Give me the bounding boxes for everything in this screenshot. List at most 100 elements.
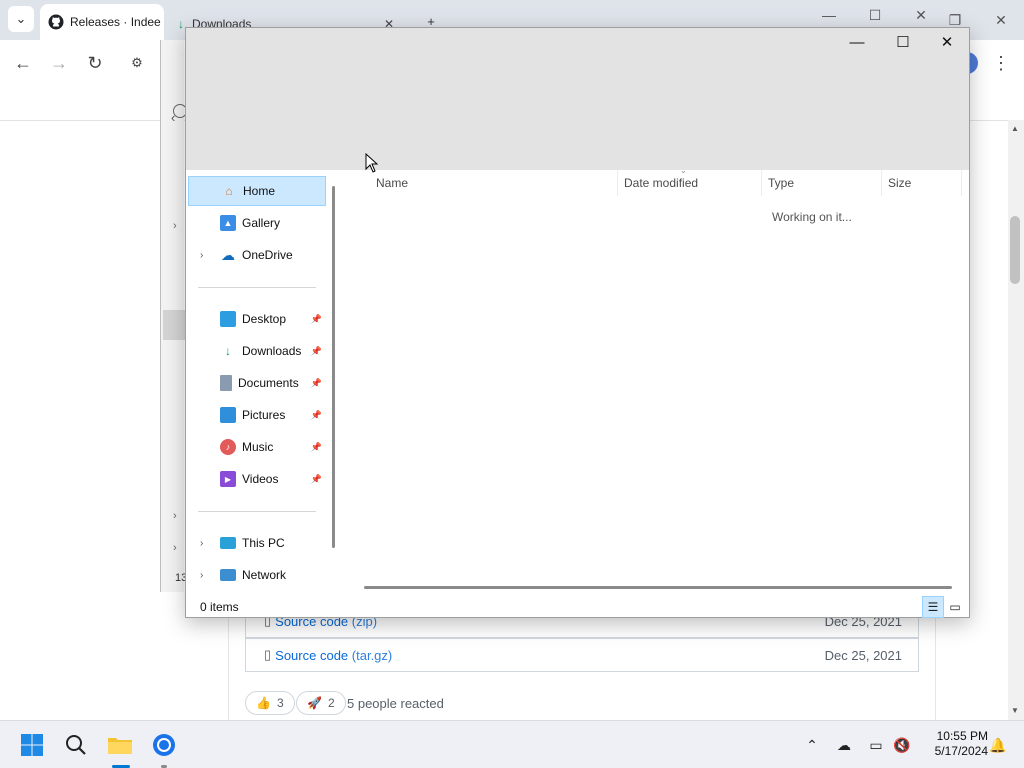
nav-videos[interactable]: ▶ Videos 📌 bbox=[188, 464, 326, 494]
nav-label: Gallery bbox=[242, 216, 281, 230]
explorer-title-bar[interactable]: — ☐ ✕ bbox=[186, 28, 969, 170]
taskbar: ⌃ ☁ ▭ 🔇 10:55 PM 5/17/2024 🔔 bbox=[0, 720, 1024, 768]
reaction-thumbs-up[interactable]: 👍 3 bbox=[245, 691, 295, 715]
nav-label: Home bbox=[243, 184, 276, 198]
chrome-taskbar-button[interactable] bbox=[148, 729, 180, 761]
nav-home[interactable]: ⌂ Home bbox=[188, 176, 326, 206]
music-icon: ♪ bbox=[220, 439, 236, 455]
column-header-name[interactable]: Name bbox=[370, 170, 618, 196]
nav-scrollbar[interactable] bbox=[332, 186, 335, 548]
tab-search-button[interactable]: ⌄ bbox=[8, 6, 34, 32]
tab-releases[interactable]: Releases · Indee bbox=[40, 4, 164, 40]
nav-network[interactable]: › Network bbox=[188, 560, 326, 590]
maximize-button[interactable]: ☐ bbox=[880, 28, 926, 56]
nav-documents[interactable]: Documents 📌 bbox=[188, 368, 326, 398]
navigation-pane: ⌂ Home ▲ Gallery › ☁ OneDrive Desktop 📌 … bbox=[186, 170, 336, 596]
restore-icon: ❐ bbox=[948, 11, 962, 28]
search-icon bbox=[66, 735, 86, 755]
forward-button[interactable]: → bbox=[44, 48, 74, 78]
chevron-right-icon[interactable]: › bbox=[200, 538, 203, 549]
minimize-button[interactable]: — bbox=[834, 28, 880, 56]
column-header-date-modified[interactable]: Date modified bbox=[618, 170, 762, 196]
close-icon: ✕ bbox=[915, 6, 927, 23]
details-view-icon: ☰ bbox=[927, 600, 939, 614]
start-button[interactable] bbox=[16, 729, 48, 761]
onedrive-tray-button[interactable]: ☁ bbox=[832, 733, 856, 757]
chevron-right-icon[interactable]: › bbox=[200, 250, 203, 261]
page-scroll-thumb[interactable] bbox=[1010, 216, 1020, 284]
minimize-button[interactable]: — bbox=[806, 0, 852, 30]
file-explorer-taskbar-button[interactable] bbox=[104, 729, 136, 761]
home-icon: ⌂ bbox=[225, 184, 233, 198]
volume-tray-button[interactable]: 🔇 bbox=[890, 733, 914, 757]
nav-this-pc[interactable]: › This PC bbox=[188, 528, 326, 558]
pictures-icon bbox=[220, 407, 236, 423]
site-info-button[interactable]: ⚙ bbox=[122, 48, 152, 78]
status-bar: 0 items bbox=[186, 596, 969, 618]
gallery-icon: ▲ bbox=[220, 215, 236, 231]
column-label: Name bbox=[376, 176, 409, 190]
chevron-right-icon: › bbox=[173, 542, 177, 554]
horizontal-scrollbar[interactable] bbox=[364, 586, 952, 589]
left-rail bbox=[0, 121, 160, 721]
close-button[interactable]: ✕ bbox=[924, 28, 970, 56]
nav-label: Downloads bbox=[242, 344, 302, 358]
chevron-down-icon: ⌄ bbox=[15, 11, 27, 26]
pin-icon: 📌 bbox=[310, 345, 322, 356]
column-header-size[interactable]: Size bbox=[882, 170, 962, 196]
menu-button[interactable]: ⋮ bbox=[986, 48, 1016, 78]
nav-divider bbox=[198, 511, 316, 512]
cloud-icon: ☁ bbox=[221, 246, 235, 263]
scroll-up-icon[interactable]: ▲ bbox=[1011, 124, 1019, 133]
clock-time: 10:55 PM bbox=[936, 729, 988, 743]
chevron-right-icon: › bbox=[173, 220, 177, 232]
monitor-icon: ▭ bbox=[869, 736, 883, 753]
download-icon: ↓ bbox=[225, 344, 231, 358]
nav-music[interactable]: ♪ Music 📌 bbox=[188, 432, 326, 462]
page-scrollbar[interactable]: ▲ ▼ bbox=[1008, 120, 1024, 720]
file-list: ⌄ Name Date modified Type Size Working o… bbox=[342, 166, 969, 596]
nav-label: Documents bbox=[238, 376, 299, 390]
nav-divider bbox=[198, 287, 316, 288]
cloud-off-icon: ☁ bbox=[837, 736, 851, 753]
maximize-button[interactable]: ☐ bbox=[852, 0, 898, 30]
reactions-summary: 5 people reacted bbox=[347, 696, 444, 711]
reaction-rocket[interactable]: 🚀 2 bbox=[296, 691, 346, 715]
nav-label: Music bbox=[242, 440, 274, 454]
downloads-window: ‹ › › › 13 bbox=[160, 40, 187, 592]
reload-button[interactable]: ↻ bbox=[80, 48, 110, 78]
nav-label: Network bbox=[242, 568, 287, 582]
maximize-icon: ☐ bbox=[896, 34, 910, 51]
computer-icon bbox=[220, 537, 236, 549]
chevron-right-icon[interactable]: › bbox=[200, 570, 203, 581]
maximize-icon: ☐ bbox=[868, 6, 882, 23]
details-view-button[interactable]: ☰ bbox=[922, 596, 944, 618]
nav-pictures[interactable]: Pictures 📌 bbox=[188, 400, 326, 430]
nav-downloads[interactable]: ↓ Downloads 📌 bbox=[188, 336, 326, 366]
show-hidden-icons-button[interactable]: ⌃ bbox=[800, 733, 824, 757]
network-tray-button[interactable]: ▭ bbox=[864, 733, 888, 757]
file-explorer-window: — ☐ ✕ ⌂ Home ▲ Gallery › ☁ OneDrive Desk… bbox=[185, 27, 970, 618]
back-arrow-icon: ← bbox=[14, 52, 32, 73]
scroll-down-icon[interactable]: ▼ bbox=[1011, 706, 1019, 715]
column-label: Size bbox=[888, 176, 912, 190]
nav-desktop[interactable]: Desktop 📌 bbox=[188, 304, 326, 334]
search-button[interactable] bbox=[60, 729, 92, 761]
nav-onedrive[interactable]: › ☁ OneDrive bbox=[188, 240, 326, 270]
notifications-button[interactable]: 🔔 bbox=[986, 733, 1010, 757]
back-button[interactable]: ← bbox=[8, 48, 38, 78]
item-count: 0 items bbox=[200, 600, 239, 614]
file-zip-icon: ▯ bbox=[264, 647, 272, 662]
asset-row[interactable]: ▯ Source code (tar.gz) Dec 25, 2021 bbox=[245, 638, 919, 672]
nav-gallery[interactable]: ▲ Gallery bbox=[188, 208, 326, 238]
column-header-type[interactable]: Type bbox=[762, 170, 882, 196]
thumbs-up-icon: 👍 bbox=[256, 696, 271, 710]
browser-close-button[interactable]: ✕ bbox=[978, 5, 1024, 35]
taskbar-clock[interactable]: 10:55 PM 5/17/2024 bbox=[916, 729, 988, 759]
asset-link[interactable]: Source code (tar.gz) bbox=[275, 648, 392, 663]
large-icons-view-button[interactable]: ▭ bbox=[944, 596, 966, 618]
minimize-icon: — bbox=[822, 7, 836, 23]
column-label: Date modified bbox=[624, 176, 699, 190]
reaction-count: 3 bbox=[276, 696, 284, 710]
pin-icon: 📌 bbox=[310, 473, 322, 484]
